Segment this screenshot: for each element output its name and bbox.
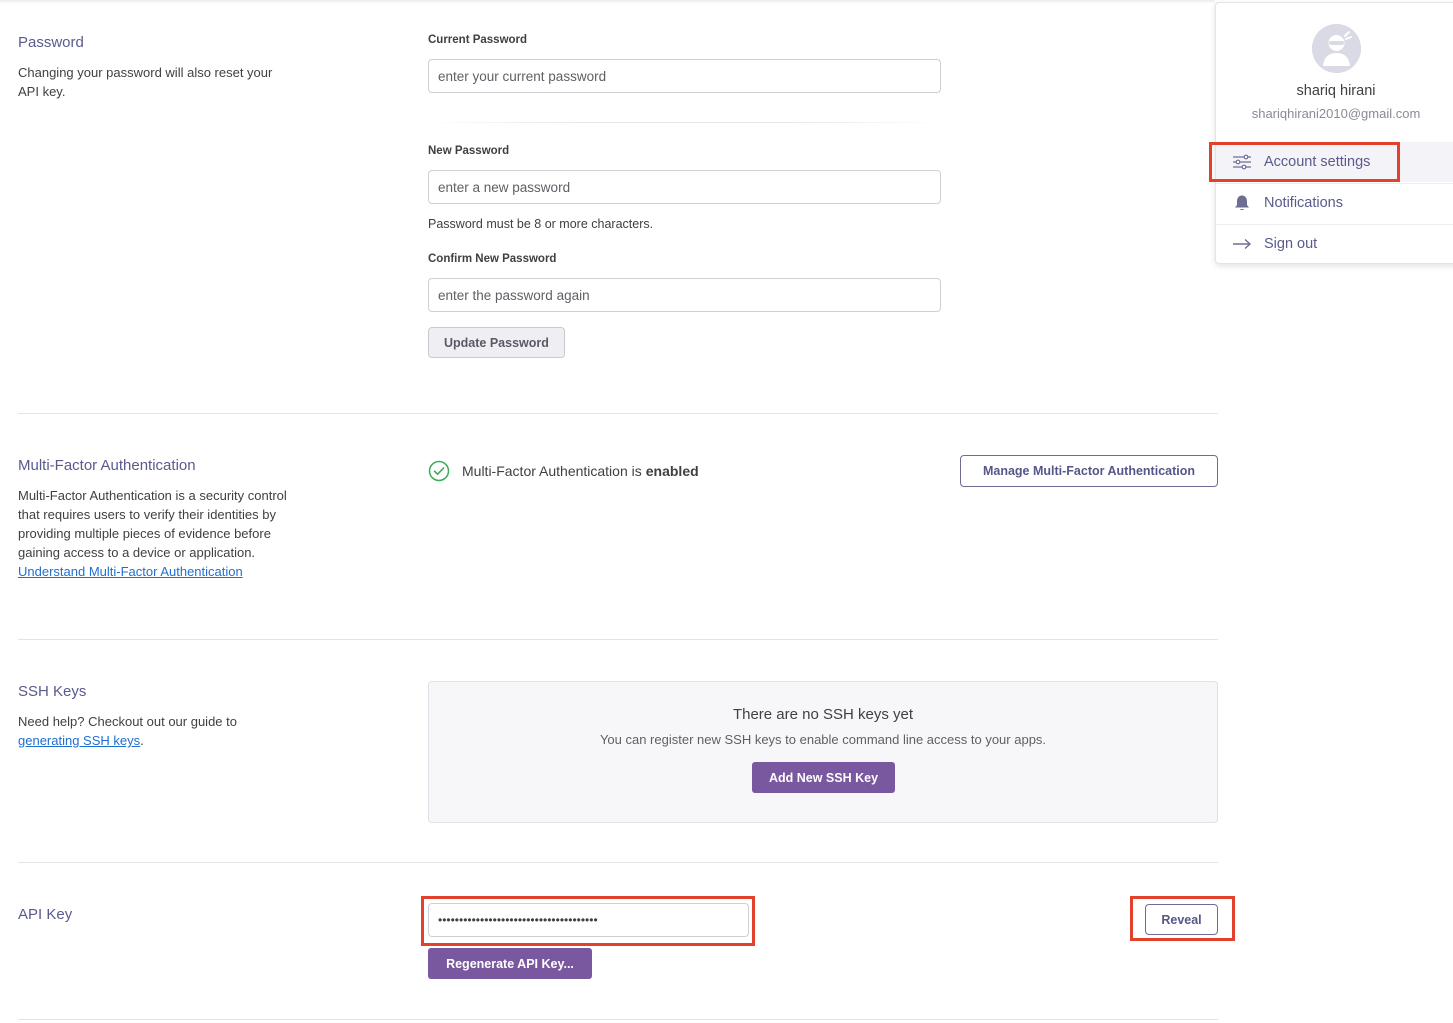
arrow-right-icon <box>1233 238 1252 250</box>
ssh-description: Need help? Checkout out our guide to gen… <box>18 712 293 750</box>
mfa-description: Multi-Factor Authentication is a securit… <box>18 486 293 581</box>
confirm-password-label: Confirm New Password <box>428 253 557 265</box>
new-password-label: New Password <box>428 145 510 157</box>
api-key-title: API Key <box>18 906 73 923</box>
section-divider <box>18 862 1218 863</box>
ssh-empty-state: There are no SSH keys yet You can regist… <box>428 681 1218 823</box>
manage-mfa-button[interactable]: Manage Multi-Factor Authentication <box>960 455 1218 487</box>
mfa-description-text: Multi-Factor Authentication is a securit… <box>18 488 287 560</box>
generating-ssh-keys-link[interactable]: generating SSH keys <box>18 733 140 748</box>
new-password-input[interactable] <box>428 170 941 204</box>
account-name: shariq hirani <box>1296 83 1376 99</box>
account-email: shariqhirani2010@gmail.com <box>1251 106 1421 121</box>
ssh-description-text: Need help? Checkout out our guide to <box>18 714 237 729</box>
mfa-title: Multi-Factor Authentication <box>18 457 196 474</box>
ssh-empty-subtitle: You can register new SSH keys to enable … <box>599 732 1047 747</box>
section-divider <box>18 639 1218 640</box>
add-ssh-key-button[interactable]: Add New SSH Key <box>752 762 895 793</box>
account-settings-highlight <box>1209 142 1400 182</box>
menu-item-label: Notifications <box>1264 195 1343 211</box>
api-key-highlight <box>421 896 755 946</box>
top-edge <box>0 0 1215 4</box>
password-description: Changing your password will also reset y… <box>18 65 273 99</box>
password-hint: Password must be 8 or more characters. <box>428 217 654 231</box>
menu-item-sign-out[interactable]: Sign out <box>1216 224 1453 264</box>
current-password-label: Current Password <box>428 34 528 46</box>
section-divider <box>18 1019 1218 1020</box>
understand-mfa-link[interactable]: Understand Multi-Factor Authentication <box>18 564 243 579</box>
menu-item-notifications[interactable]: Notifications <box>1216 183 1453 223</box>
ssh-title: SSH Keys <box>18 683 87 700</box>
reveal-highlight <box>1130 896 1235 941</box>
password-title: Password <box>18 34 84 51</box>
regenerate-api-key-button[interactable]: Regenerate API Key... <box>428 948 592 979</box>
mfa-status-value: enabled <box>645 463 699 479</box>
bell-icon <box>1235 195 1249 211</box>
mfa-status: Multi-Factor Authentication is enabled <box>428 460 699 482</box>
update-password-button[interactable]: Update Password <box>428 327 565 358</box>
section-divider <box>18 413 1218 414</box>
ssh-empty-title: There are no SSH keys yet <box>732 706 914 723</box>
password-separator <box>428 122 941 123</box>
avatar[interactable] <box>1312 24 1361 73</box>
current-password-input[interactable] <box>428 59 941 93</box>
confirm-password-input[interactable] <box>428 278 941 312</box>
mfa-status-text: Multi-Factor Authentication is <box>462 463 642 479</box>
check-circle-icon <box>428 460 450 482</box>
ssh-description-suffix: . <box>140 733 144 748</box>
user-avatar-icon <box>1312 24 1361 73</box>
account-menu: shariq hirani shariqhirani2010@gmail.com… <box>1215 2 1453 264</box>
menu-item-label: Sign out <box>1264 236 1318 252</box>
